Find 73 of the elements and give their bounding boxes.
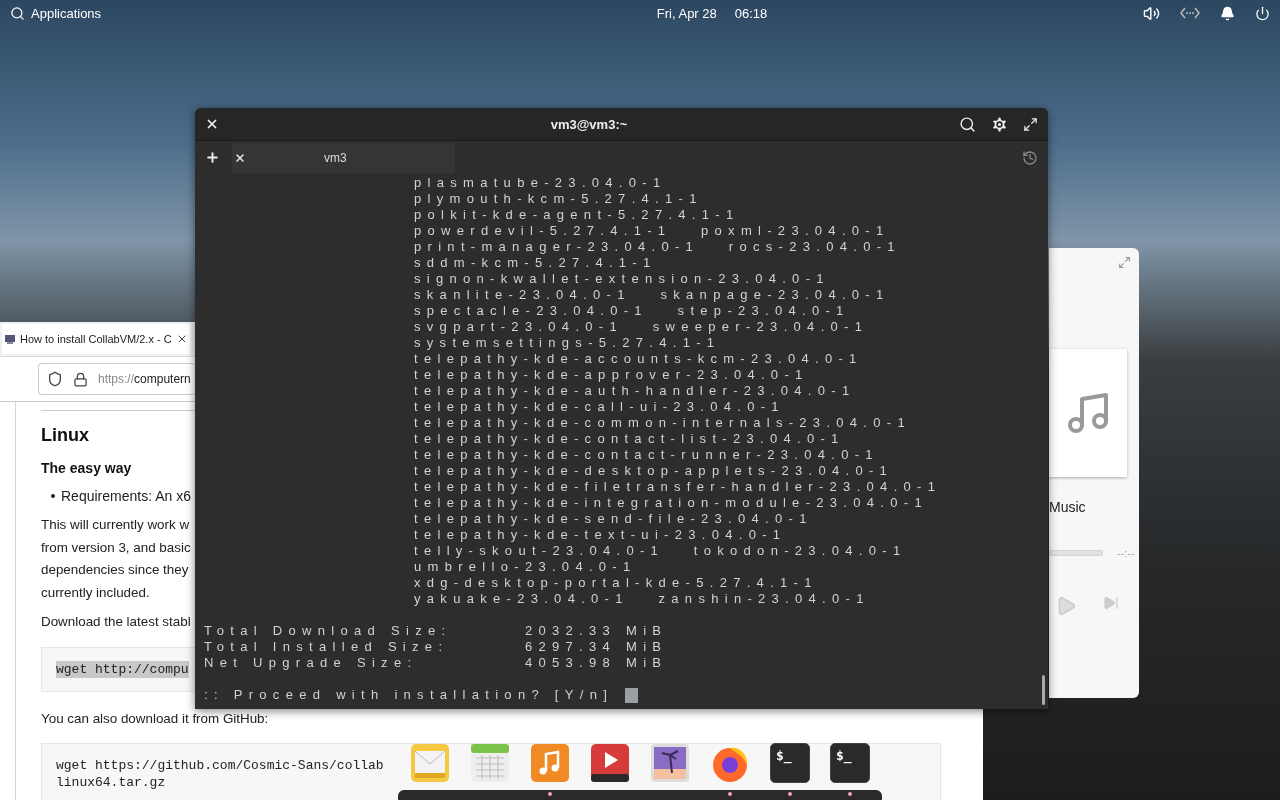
code-line: wget https://github.com/Cosmic-Sans/collab	[56, 757, 384, 774]
notification-icon[interactable]	[1220, 5, 1235, 21]
terminal-line: signon-kwallet-extension-23.04.0-1	[413, 271, 831, 287]
next-track-icon[interactable]	[1103, 595, 1119, 611]
running-indicator	[548, 792, 552, 796]
summary-label: Total Installed Size:	[204, 639, 450, 655]
power-icon[interactable]	[1255, 5, 1270, 21]
summary-value: 6297.34 MiB	[525, 639, 669, 655]
section-heading: Linux	[41, 425, 89, 446]
summary-value: 2032.33 MiB	[525, 623, 669, 639]
summary-label: Net Upgrade Size:	[204, 655, 419, 671]
terminal-line: telepathy-kde-text-ui-23.04.0-1	[413, 527, 788, 543]
lock-icon	[73, 371, 88, 387]
terminal-line: telly-skout-23.04.0-1 tokodon-23.04.0-1	[413, 543, 908, 559]
browser-tab[interactable]: How to install CollabVM/2.x - C	[2, 324, 190, 354]
terminal-line: skanlite-23.04.0-1 skanpage-23.04.0-1	[413, 287, 891, 303]
terminal-line: telepathy-kde-contact-runner-23.04.0-1	[413, 447, 880, 463]
running-indicator	[728, 792, 732, 796]
terminal-line: telepathy-kde-send-file-23.04.0-1	[413, 511, 814, 527]
terminal-line: telepathy-kde-call-ui-23.04.0-1	[413, 399, 786, 415]
shield-icon	[47, 371, 63, 387]
summary-label: Total Download Size:	[204, 623, 453, 639]
url-host: computern	[134, 372, 191, 386]
paragraph-text: You can also download it from GitHub:	[41, 709, 269, 728]
terminal-line: telepathy-kde-auth-handler-23.04.0-1	[413, 383, 857, 399]
close-tab-icon[interactable]	[234, 151, 246, 164]
terminal-line: yakuake-23.04.0-1 zanshin-23.04.0-1	[413, 591, 871, 607]
bullet-icon	[51, 494, 55, 498]
terminal-line: print-manager-23.04.0-1 rocs-23.04.0-1	[413, 239, 902, 255]
terminal-line: plymouth-kcm-5.27.4.1-1	[413, 191, 704, 207]
text-cursor	[625, 687, 639, 703]
clock-text: 06:18	[734, 5, 768, 21]
photos-app-icon[interactable]	[650, 743, 690, 783]
network-icon[interactable]	[1180, 7, 1200, 19]
terminal-line: telepathy-kde-accounts-kcm-23.04.0-1	[413, 351, 864, 367]
favicon-icon	[4, 333, 16, 345]
terminal-line: sddm-kcm-5.27.4.1-1	[413, 255, 658, 271]
terminal-line: telepathy-kde-filetransfer-handler-23.04.0-1	[413, 479, 943, 495]
volume-icon[interactable]	[1143, 4, 1160, 22]
url-scheme: https://	[98, 372, 135, 386]
terminal-line: plasmatube-23.04.0-1	[413, 175, 668, 191]
scrollbar-thumb[interactable]	[1042, 675, 1045, 705]
running-indicator	[788, 792, 792, 796]
terminal-app-icon[interactable]: $_	[770, 743, 810, 783]
subsection-heading: The easy way	[41, 460, 132, 476]
terminal-line: systemsettings-5.27.4.1-1	[413, 335, 722, 351]
terminal-line: telepathy-kde-approver-23.04.0-1	[413, 367, 810, 383]
window-title: vm3@vm3:~	[549, 116, 629, 132]
video-app-icon[interactable]	[590, 743, 630, 783]
terminal-line: svgpart-23.04.0-1 sweeper-23.04.0-1	[413, 319, 870, 335]
terminal-line: telepathy-kde-contact-list-23.04.0-1	[413, 431, 846, 447]
terminal-app-icon[interactable]: $_	[830, 743, 870, 783]
terminal-line: telepathy-kde-integration-module-23.04.0-1	[413, 495, 929, 511]
paragraph-text: This will currently work w from version 3, and basic dependencies since they currently included.	[41, 516, 191, 602]
terminal-line: umbrello-23.04.0-1	[413, 559, 638, 575]
date-text: Fri, Apr 28	[656, 5, 717, 21]
terminal-line: telepathy-kde-common-internals-23.04.0-1	[413, 415, 912, 431]
running-indicator	[848, 792, 852, 796]
track-title: Music	[1049, 499, 1086, 515]
terminal-line: polkit-kde-agent-5.27.4.1-1	[413, 207, 741, 223]
terminal-line: spectacle-23.04.0-1 step-23.04.0-1	[413, 303, 851, 319]
terminal-line: powerdevil-5.27.4.1-1 poxml-23.04.0-1	[413, 223, 891, 239]
terminal-tab[interactable]: vm3	[232, 142, 455, 173]
prompt-text: :: Proceed with installation? [Y/n]	[204, 687, 614, 703]
code-line: linux64.tar.gz	[56, 774, 166, 791]
applications-button[interactable]: Applications	[10, 5, 102, 21]
terminal-line: telepathy-kde-desktop-applets-23.04.0-1	[413, 463, 895, 479]
time-text: --:--	[1117, 547, 1135, 559]
summary-value: 4053.98 MiB	[525, 655, 669, 671]
list-item-text: Requirements: An x6	[61, 488, 191, 504]
terminal-line: xdg-desktop-portal-kde-5.27.4.1-1	[413, 575, 819, 591]
paragraph-text: Download the latest stabl	[41, 613, 191, 631]
search-icon	[10, 5, 25, 21]
